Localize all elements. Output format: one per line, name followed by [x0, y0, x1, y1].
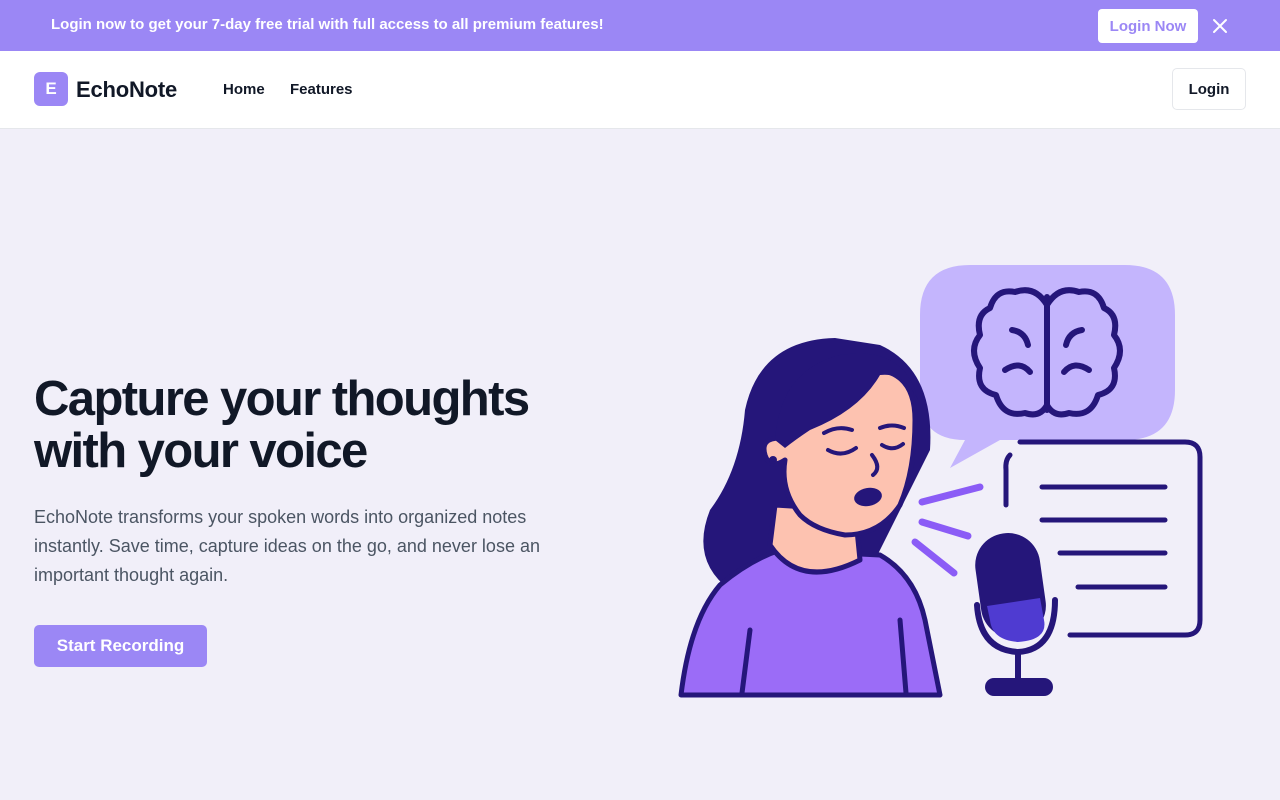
- nav-link-features[interactable]: Features: [290, 81, 353, 98]
- hero-title: Capture your thoughts with your voice: [34, 372, 530, 478]
- start-recording-button[interactable]: Start Recording: [34, 625, 207, 667]
- brand-name[interactable]: EchoNote: [76, 77, 177, 103]
- navbar: E EchoNote Home Features Login: [0, 51, 1280, 129]
- login-now-button[interactable]: Login Now: [1098, 9, 1198, 43]
- nav-link-home[interactable]: Home: [223, 81, 265, 98]
- logo-mark[interactable]: E: [34, 72, 68, 106]
- promo-text: Login now to get your 7-day free trial w…: [51, 16, 604, 33]
- close-icon[interactable]: [1208, 14, 1232, 38]
- voice-waves-icon: [911, 483, 984, 577]
- microphone-icon: [974, 533, 1058, 696]
- woman-speaking-icon: [678, 338, 943, 698]
- hero-description: EchoNote transforms your spoken words in…: [34, 507, 540, 585]
- hero-illustration: [678, 265, 1203, 698]
- login-button[interactable]: Login: [1172, 68, 1246, 110]
- promo-banner: Login now to get your 7-day free trial w…: [0, 0, 1280, 51]
